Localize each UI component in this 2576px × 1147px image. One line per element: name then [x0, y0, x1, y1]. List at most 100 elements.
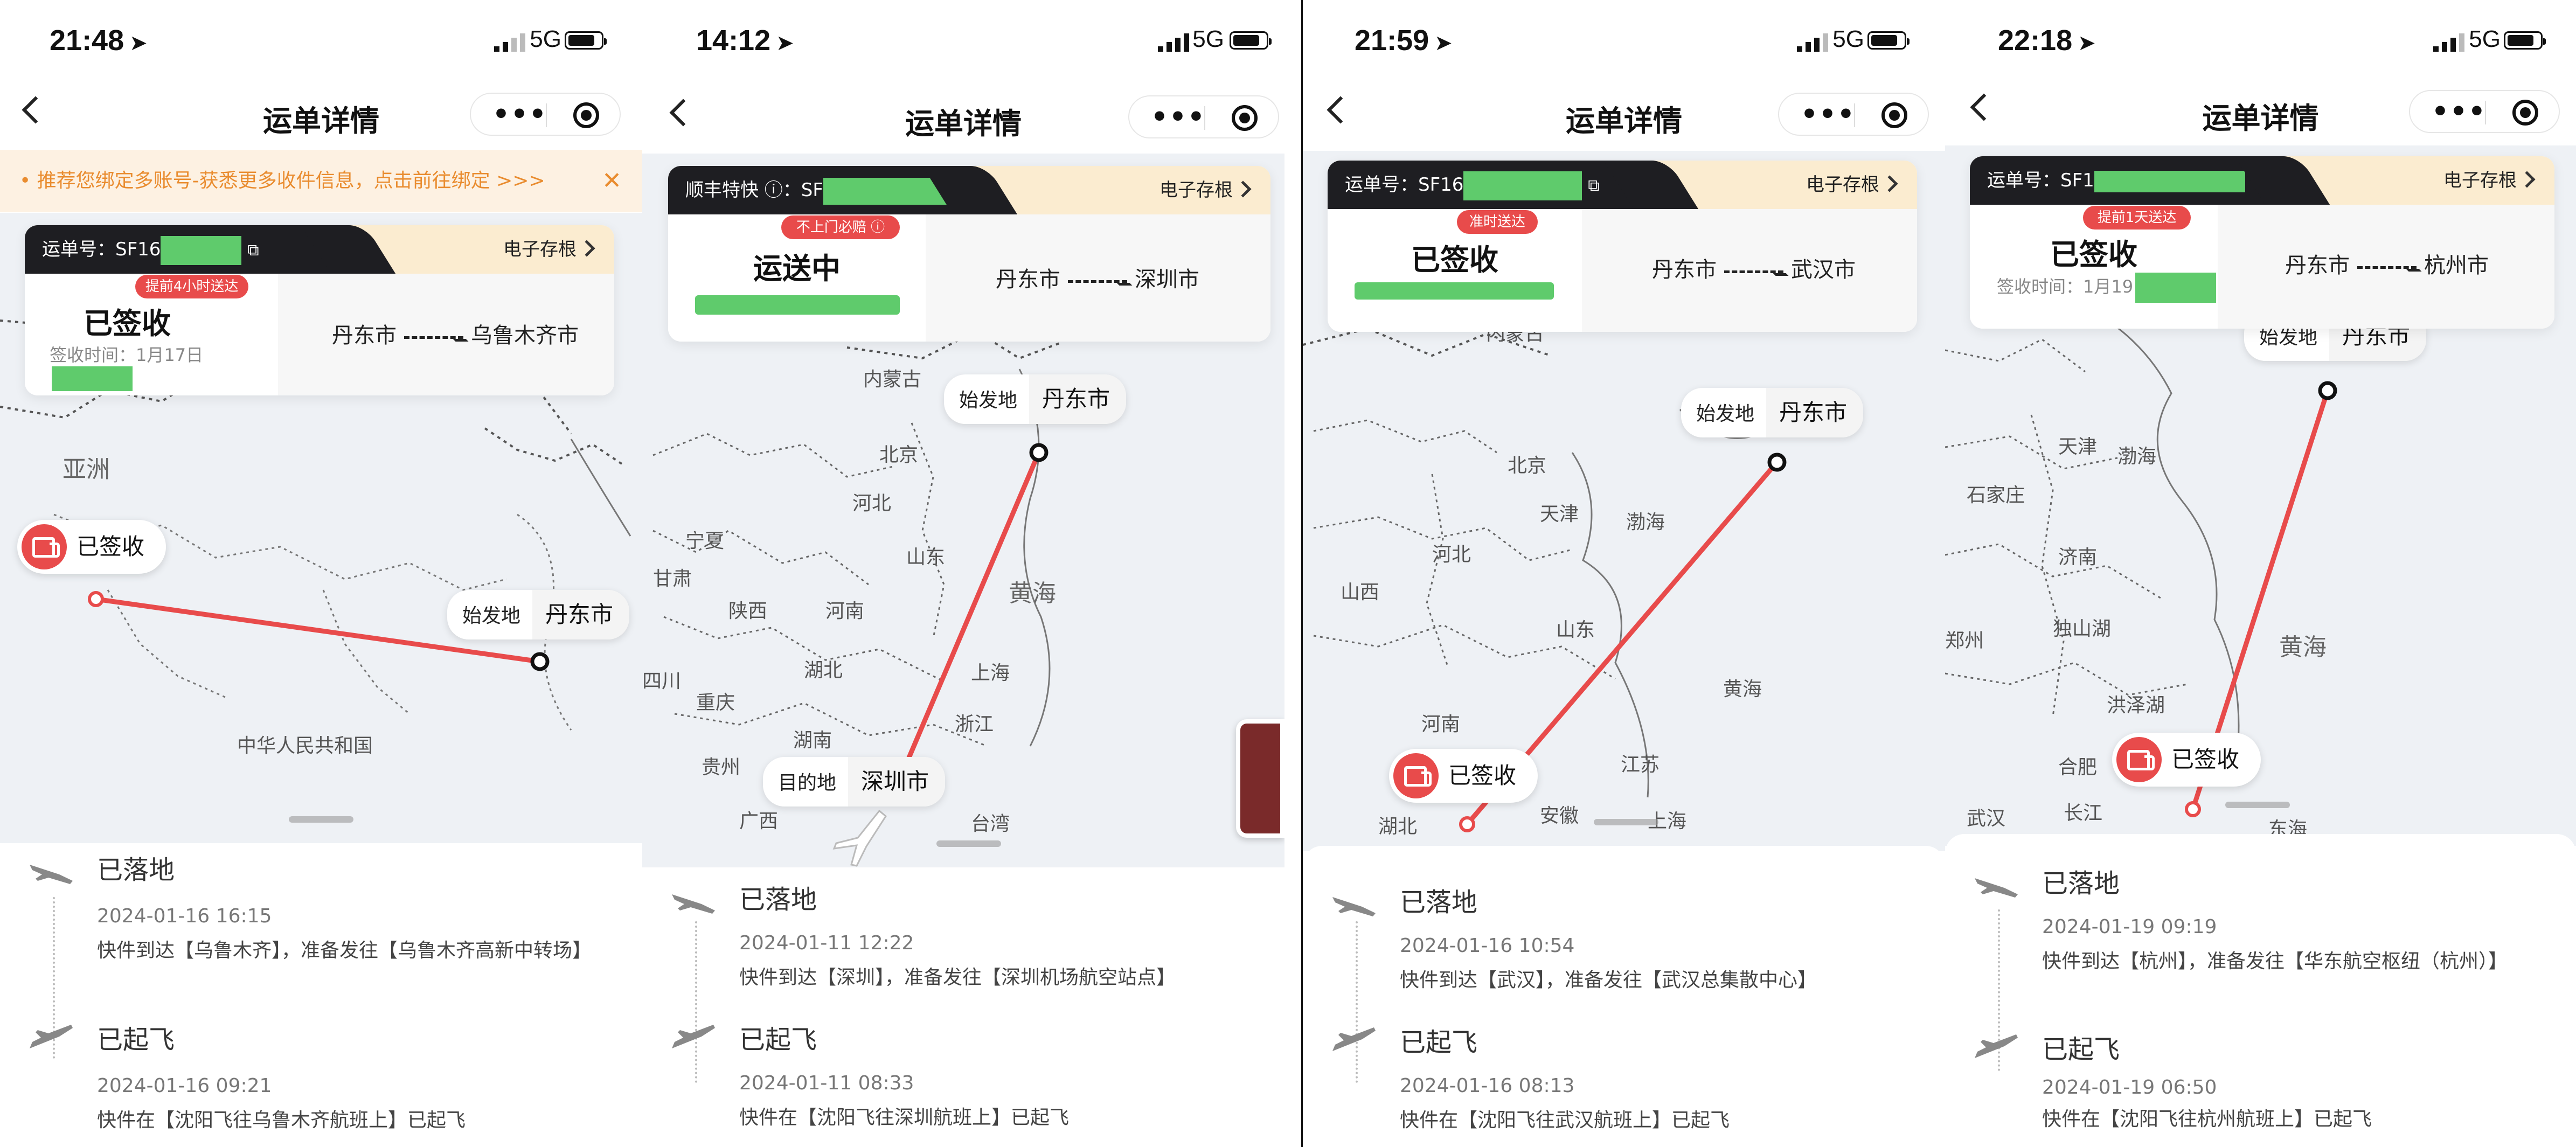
clock: 22:18 ➤ [1998, 24, 2096, 57]
waybill-number[interactable]: 顺丰特快 ⓘ：SF ⧉ [668, 166, 970, 249]
map-label: 郑州 [1945, 630, 1984, 652]
mini-program-capsule: ••• [470, 93, 621, 136]
archive-link[interactable]: 电子存根 [503, 225, 577, 274]
archive-link[interactable]: 电子存根 [1806, 161, 1879, 209]
close-target-icon[interactable] [1881, 102, 1907, 128]
map-label: 北京 [879, 444, 919, 466]
event-time: 2024-01-11 12:22 [739, 932, 914, 954]
delivery-tag: 不上门必赔 ⓘ [781, 216, 900, 239]
plane-icon [832, 809, 887, 867]
route-arrow-icon [404, 331, 463, 342]
mini-program-capsule: ••• [1128, 95, 1279, 138]
landing-plane-icon [1332, 897, 1376, 916]
origin-marker[interactable]: 始发地 丹东市 [944, 374, 1127, 424]
more-icon[interactable]: ••• [2432, 96, 2487, 127]
map-label: 湖南 [793, 729, 832, 752]
more-icon[interactable]: ••• [1801, 99, 1856, 129]
drag-handle[interactable] [2225, 802, 2290, 808]
map-label: 四川 [642, 670, 682, 692]
event-time: 2024-01-16 09:21 [97, 1075, 272, 1097]
nav-bar: 运单详情 ••• [1945, 78, 2576, 145]
battery-icon [565, 31, 607, 50]
map-label: 济南 [2058, 546, 2098, 568]
bind-account-banner[interactable]: • 推荐您绑定多账号-获悉更多收件信息，点击前往绑定 >>> ✕ [0, 150, 642, 212]
redacted-mask [161, 235, 242, 265]
waybill-card[interactable]: 运单号：SF1 电子存根 提前1天送达 已签收 签收时间：1月19 丹东市 杭州市 [1970, 156, 2554, 329]
screen-divider [1301, 0, 1303, 1147]
takeoff-plane-icon [672, 1025, 715, 1048]
status-bar: 21:59 ➤ 5G [1303, 0, 1945, 81]
more-icon[interactable]: ••• [1151, 102, 1206, 132]
event-message: 快件到达【杭州】，准备发往【华东航空枢纽（杭州）】 [2042, 950, 2508, 972]
event-title: 已落地 [2042, 868, 2120, 899]
map-label: 湖北 [1378, 816, 1418, 838]
waybill-number[interactable]: 运单号：SF1 [1970, 156, 2282, 205]
event-title: 已落地 [739, 885, 817, 915]
route: 丹东市 杭州市 [2285, 253, 2489, 278]
event-title: 已起飞 [1400, 1027, 1478, 1058]
map-label: 宁夏 [685, 530, 725, 552]
landing-plane-icon [1975, 878, 2018, 898]
destination-status-marker[interactable]: 已签收 [2112, 733, 2261, 787]
map-label: 武汉 [1967, 808, 2006, 830]
nav-bar: 运单详情 ••• [642, 84, 1284, 154]
drag-handle[interactable] [289, 816, 353, 823]
status-title: 运送中 [753, 252, 841, 286]
event-message: 快件到达【乌鲁木齐】，准备发往【乌鲁木齐高新中转场】 [97, 940, 592, 962]
event-message: 快件在【沈阳飞往乌鲁木齐航班上】已起飞 [97, 1109, 466, 1131]
redacted-mask [52, 366, 133, 391]
event-message: 快件到达【武汉】，准备发往【武汉总集散中心】 [1400, 969, 1817, 991]
phone-screen-4: 天津 渤海 石家庄 济南 独山湖 郑州 黄海 洪泽湖 合肥 长江 武汉 东海 始… [1945, 0, 2576, 1147]
map-label: 渤海 [2117, 446, 2157, 468]
event-title: 已落地 [97, 855, 175, 885]
status-bar: 21:48 ➤ 5G [0, 0, 642, 81]
map-label: 陕西 [728, 600, 768, 622]
drag-handle[interactable] [936, 840, 1001, 847]
destination-status-marker[interactable]: 已签收 [17, 520, 166, 574]
event-time: 2024-01-16 08:13 [1400, 1075, 1575, 1097]
map-label: 重庆 [696, 692, 735, 714]
map-label: 山东 [1556, 619, 1595, 641]
route: 丹东市 深圳市 [996, 267, 1199, 292]
truck-icon [2116, 737, 2162, 782]
origin-marker[interactable]: 始发地 丹东市 [447, 590, 630, 639]
waybill-number[interactable]: 运单号：SF16 ⧉ [25, 225, 348, 274]
route-arrow-icon [1068, 275, 1127, 286]
phone-screen-2: 内蒙古 北京 河北 山东 宁夏 甘肃 陕西 河南 湖北 重庆 湖南 贵州 广西 … [642, 0, 1284, 1147]
map-label: 江苏 [1621, 754, 1660, 776]
route: 丹东市 武汉市 [1652, 258, 1856, 282]
map-label: 甘肃 [653, 568, 692, 590]
destination-status-marker[interactable]: 已签收 [1389, 749, 1538, 803]
waybill-card[interactable]: 顺丰特快 ⓘ：SF ⧉ 电子存根 不上门必赔 ⓘ 运送中 丹东市深圳市 [668, 166, 1270, 342]
redacted-mask [2135, 273, 2217, 303]
mini-program-capsule: ••• [1778, 93, 1929, 136]
waybill-card[interactable]: 运单号：SF16 ⧉ 电子存根 准时送达 已签收 丹东市 武汉市 [1328, 161, 1917, 332]
close-target-icon[interactable] [573, 102, 599, 128]
archive-link[interactable]: 电子存根 [2443, 156, 2517, 205]
close-icon[interactable]: ✕ [602, 150, 622, 212]
floating-ad-thumbnail[interactable] [1236, 719, 1284, 838]
destination-marker[interactable]: 目的地 深圳市 [763, 757, 946, 807]
event-title: 已落地 [1400, 887, 1478, 917]
event-message: 快件在【沈阳飞往深圳航班上】已起飞 [739, 1107, 1070, 1129]
event-time: 2024-01-16 16:15 [97, 905, 272, 927]
waybill-number[interactable]: 运单号：SF16 ⧉ [1328, 161, 1651, 209]
more-icon[interactable]: ••• [492, 99, 547, 129]
event-time: 2024-01-11 08:33 [739, 1072, 914, 1094]
close-target-icon[interactable] [2512, 100, 2538, 126]
map-label: 贵州 [702, 756, 741, 778]
event-time: 2024-01-19 06:50 [2042, 1076, 2217, 1099]
origin-marker[interactable]: 始发地 丹东市 [1681, 388, 1864, 437]
event-title: 已起飞 [739, 1025, 817, 1055]
event-message: 快件到达【深圳】，准备发往【深圳机场航空站点】 [739, 967, 1176, 989]
archive-link[interactable]: 电子存根 [1159, 166, 1233, 214]
redacted-mask [2094, 170, 2245, 192]
landing-plane-icon [672, 894, 715, 914]
map-label: 河南 [1421, 713, 1461, 735]
close-target-icon[interactable] [1232, 105, 1258, 131]
waybill-card[interactable]: 运单号：SF16 ⧉ 电子存根 提前4小时送达 已签收 签收时间：1月17日 丹… [25, 225, 614, 395]
tracking-timeline: 已落地 2024-01-16 10:54 快件到达【武汉】，准备发往【武汉总集散… [1303, 846, 1945, 1147]
drag-handle[interactable] [1594, 819, 1658, 825]
truck-icon [1393, 753, 1439, 798]
takeoff-plane-icon [1975, 1034, 2018, 1058]
